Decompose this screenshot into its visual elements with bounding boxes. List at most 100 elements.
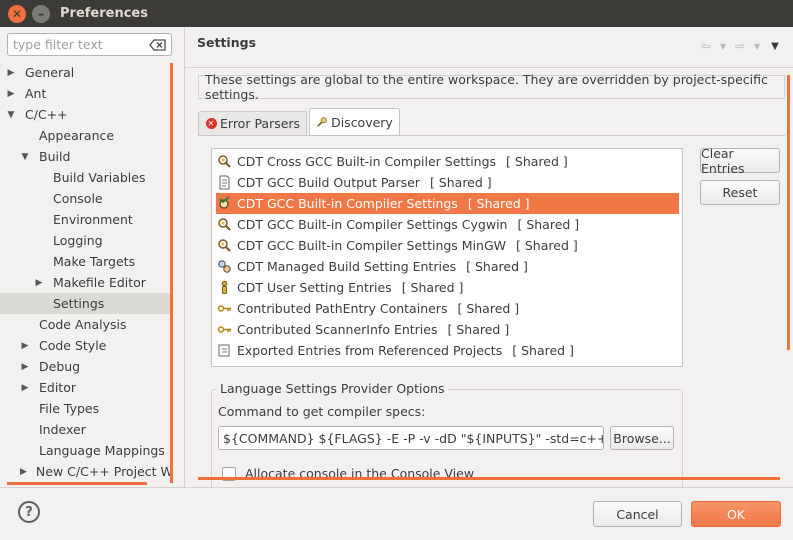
back-arrow-icon[interactable]: ⇦	[699, 39, 713, 53]
tab-label: Discovery	[331, 114, 393, 130]
collapsed-arrow-icon[interactable]: ▶	[34, 278, 44, 288]
tree-item[interactable]: Console	[0, 188, 172, 209]
forward-arrow-icon[interactable]: ⇨	[733, 39, 747, 53]
filter-placeholder: type filter text	[13, 37, 103, 52]
view-menu-icon[interactable]: ▼	[767, 41, 783, 52]
collapsed-arrow-icon[interactable]: ▶	[20, 383, 30, 393]
reset-button[interactable]: Reset	[700, 180, 780, 205]
preference-tree-pane: type filter text ▶ General ▶ Ant ▼ C/C++ Appea…	[0, 27, 184, 487]
tree-item[interactable]: ▶ Editor	[0, 377, 172, 398]
command-input[interactable]: ${COMMAND} ${FLAGS} -E -P -v -dD "${INPU…	[218, 426, 604, 450]
search-gear-icon	[216, 154, 232, 170]
close-window-button[interactable]: ✕	[8, 4, 26, 23]
tree-item-label: Settings	[53, 296, 105, 311]
provider-name: CDT GCC Built-in Compiler Settings Cygwi…	[237, 217, 508, 232]
provider-list-item[interactable]: CDT GCC Built-in Compiler Settings MinGW…	[216, 235, 679, 256]
provider-shared-tag: [ Shared ]	[516, 238, 578, 253]
provider-list-item[interactable]: CDT GCC Built-in Compiler Settings [ Shar…	[216, 193, 679, 214]
page-horizontal-scrollbar[interactable]	[198, 477, 780, 480]
collapsed-arrow-icon[interactable]: ▶	[6, 68, 16, 78]
tree-item-label: Console	[53, 191, 103, 206]
clear-filter-icon[interactable]	[149, 38, 167, 51]
provider-list-item[interactable]: CDT GCC Built-in Compiler Settings Cygwi…	[216, 214, 679, 235]
expanded-arrow-icon[interactable]: ▼	[20, 152, 30, 162]
tree-horizontal-scrollbar[interactable]	[7, 482, 147, 485]
tab-error-parsers[interactable]: ✕ Error Parsers	[198, 111, 308, 135]
minimize-window-button[interactable]: –	[32, 4, 50, 23]
cancel-button[interactable]: Cancel	[593, 501, 682, 527]
tree-item[interactable]: ▶ New C/C++ Project Wiza	[0, 461, 172, 482]
ok-button[interactable]: OK	[691, 501, 781, 527]
browse-button[interactable]: Browse...	[610, 426, 674, 450]
provider-list[interactable]: CDT Cross GCC Built-in Compiler Settings…	[211, 148, 683, 367]
forward-menu-icon[interactable]: ▾	[750, 39, 764, 53]
tree-item[interactable]: ▼ Build	[0, 146, 172, 167]
tree-item[interactable]: ▶ Ant	[0, 83, 172, 104]
provider-list-item[interactable]: CDT GCC Build Output Parser [ Shared ]	[216, 172, 679, 193]
collapsed-arrow-icon[interactable]: ▶	[20, 362, 30, 372]
expanded-arrow-icon[interactable]: ▼	[6, 110, 16, 120]
tree-item[interactable]: Appearance	[0, 125, 172, 146]
error-icon: ✕	[205, 118, 217, 130]
tree-item[interactable]: Indexer	[0, 419, 172, 440]
page-title: Settings	[197, 35, 257, 50]
provider-name: CDT Cross GCC Built-in Compiler Settings	[237, 154, 497, 169]
provider-list-item[interactable]: CDT Cross GCC Built-in Compiler Settings…	[216, 151, 679, 172]
provider-shared-tag: [ Shared ]	[517, 217, 580, 232]
filter-input[interactable]: type filter text	[7, 33, 172, 56]
clear-entries-button[interactable]: Clear Entries	[700, 146, 780, 176]
tree-item[interactable]: ▼ C/C++	[0, 104, 172, 125]
dialog-footer: ? Cancel OK	[0, 487, 793, 540]
provider-name: CDT GCC Build Output Parser	[237, 175, 420, 190]
tree-item-label: Appearance	[39, 128, 115, 143]
provider-list-item[interactable]: Contributed PathEntry Containers [ Shared…	[216, 298, 679, 319]
page-vertical-scrollbar[interactable]	[787, 75, 790, 350]
provider-list-item[interactable]: Contributed ScannerInfo Entries [ Shared …	[216, 319, 679, 340]
preference-tree: ▶ General ▶ Ant ▼ C/C++ Appearance ▼ Build Build …	[0, 62, 172, 482]
tree-item[interactable]: File Types	[0, 398, 172, 419]
collapsed-arrow-icon[interactable]: ▶	[20, 341, 30, 351]
command-label: Command to get compiler specs:	[218, 404, 426, 419]
tree-item-label: Code Analysis	[39, 317, 127, 332]
provider-shared-tag: [ Shared ]	[447, 322, 510, 337]
provider-options-group: Language Settings Provider Options Comma…	[211, 381, 683, 489]
tree-vertical-scrollbar[interactable]	[170, 63, 173, 483]
tree-item[interactable]: Settings	[0, 293, 172, 314]
tree-item[interactable]: ▶ Makefile Editor	[0, 272, 172, 293]
tree-item[interactable]: ▶ Debug	[0, 356, 172, 377]
tree-item[interactable]: Make Targets	[0, 251, 172, 272]
provider-shared-tag: [ Shared ]	[512, 343, 574, 358]
tree-item[interactable]: Build Variables	[0, 167, 172, 188]
collapsed-arrow-icon[interactable]: ▶	[20, 467, 27, 477]
key-icon	[216, 301, 232, 317]
provider-name: CDT GCC Built-in Compiler Settings	[237, 196, 458, 211]
tree-item[interactable]: Language Mappings	[0, 440, 172, 461]
tree-item-label: Indexer	[39, 422, 86, 437]
provider-name: CDT Managed Build Setting Entries	[237, 259, 457, 274]
tree-item-label: File Types	[39, 401, 100, 416]
provider-list-item[interactable]: CDT User Setting Entries [ Shared ]	[216, 277, 679, 298]
provider-list-item[interactable]: CDT Managed Build Setting Entries [ Share…	[216, 256, 679, 277]
tree-item-label: Editor	[39, 380, 76, 395]
tree-item-label: Build Variables	[53, 170, 146, 185]
collapsed-arrow-icon[interactable]: ▶	[6, 89, 16, 99]
tree-item-label: Ant	[25, 86, 47, 101]
provider-shared-tag: [ Shared ]	[429, 175, 492, 190]
provider-list-item[interactable]: Exported Entries from Referenced Project…	[216, 340, 679, 361]
tree-item-label: Build	[39, 149, 71, 164]
tree-item[interactable]: Logging	[0, 230, 172, 251]
header-divider	[185, 67, 793, 68]
exported-icon	[216, 343, 232, 359]
tree-item[interactable]: ▶ General	[0, 62, 172, 83]
back-menu-icon[interactable]: ▾	[716, 39, 730, 53]
help-icon[interactable]: ?	[18, 501, 40, 523]
tree-item[interactable]: Code Analysis	[0, 314, 172, 335]
key-icon	[216, 322, 232, 338]
tree-item[interactable]: Environment	[0, 209, 172, 230]
tab-discovery[interactable]: Discovery	[309, 108, 400, 135]
provider-shared-tag: [ Shared ]	[401, 280, 464, 295]
provider-name: Contributed PathEntry Containers	[237, 301, 448, 316]
provider-name: CDT GCC Built-in Compiler Settings MinGW	[237, 238, 507, 253]
provider-shared-tag: [ Shared ]	[506, 154, 568, 169]
tree-item[interactable]: ▶ Code Style	[0, 335, 172, 356]
